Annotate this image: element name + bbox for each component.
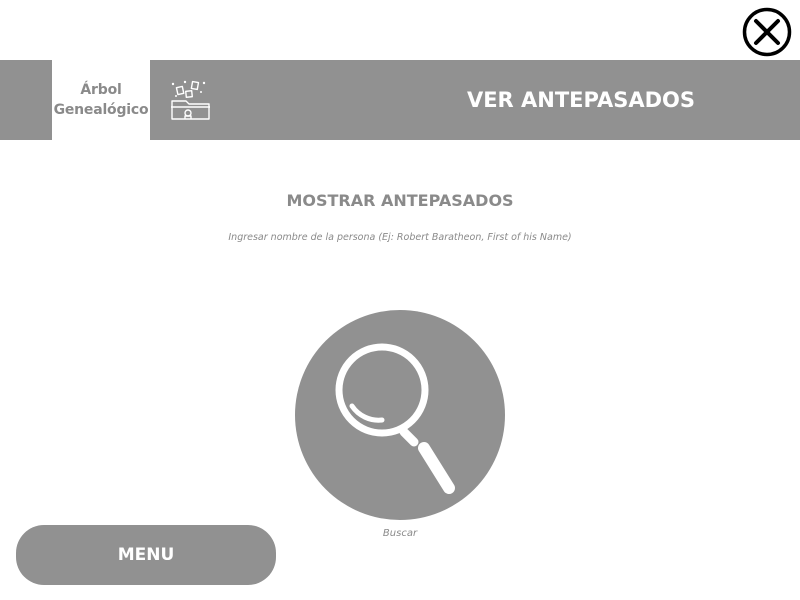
app-logo: Árbol Genealógico (52, 60, 150, 140)
logo-line-1: Árbol (80, 82, 122, 98)
page-title: VER ANTEPASADOS (466, 88, 696, 112)
logo-line-2: Genealógico (53, 102, 149, 118)
close-button[interactable] (742, 7, 792, 57)
folder-icon (168, 78, 214, 124)
section-title: MOSTRAR ANTEPASADOS (286, 191, 514, 210)
page: Árbol Genealógico VER ANTEPASADOS MOSTRA… (0, 0, 800, 600)
close-icon (742, 7, 792, 57)
menu-button[interactable]: MENU (16, 525, 276, 585)
search-button[interactable] (295, 310, 505, 520)
search-hint: Ingresar nombre de la persona (Ej: Rober… (228, 232, 572, 243)
search-icon (335, 343, 455, 494)
